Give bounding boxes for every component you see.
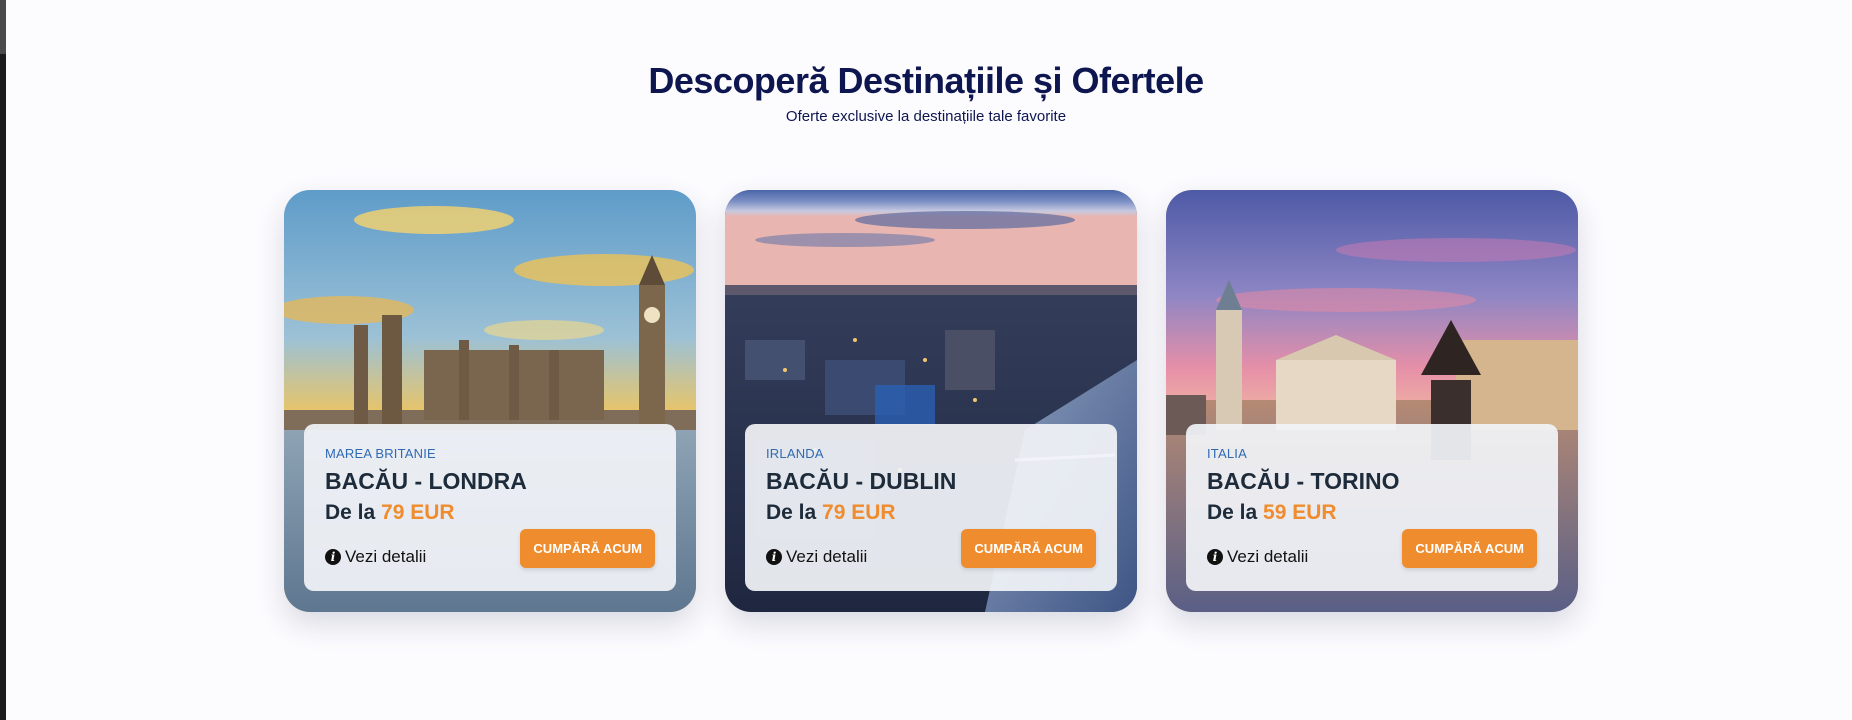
details-label[interactable]: Vezi detalii (1227, 547, 1308, 567)
details-label[interactable]: Vezi detalii (345, 547, 426, 567)
price-amount: 79 EUR (822, 501, 896, 524)
details-label[interactable]: Vezi detalii (786, 547, 867, 567)
card-route[interactable]: BACĂU - DUBLIN (766, 468, 1096, 495)
card-route[interactable]: BACĂU - TORINO (1207, 468, 1537, 495)
card-route[interactable]: BACĂU - LONDRA (325, 468, 655, 495)
card-country: IRLANDA (766, 446, 824, 461)
destination-cards: MAREA BRITANIE BACĂU - LONDRA De la 79 E… (284, 190, 1578, 612)
details-link[interactable]: i Vezi detalii (1207, 547, 1308, 567)
card-info-panel: ITALIA BACĂU - TORINO De la 59 EUR i Vez… (1186, 424, 1558, 591)
card-country: ITALIA (1207, 446, 1247, 461)
price-prefix: De la (1207, 501, 1258, 524)
card-info-panel: MAREA BRITANIE BACĂU - LONDRA De la 79 E… (304, 424, 676, 591)
buy-now-button[interactable]: CUMPĂRĂ ACUM (961, 529, 1096, 568)
section-title: Descoperă Destinațiile și Ofertele (648, 60, 1204, 101)
card-price: De la 59 EUR (1207, 501, 1537, 525)
section-subtitle: Oferte exclusive la destinațiile tale fa… (785, 108, 1067, 125)
details-link[interactable]: i Vezi detalii (766, 547, 867, 567)
card-price: De la 79 EUR (766, 501, 1096, 525)
destination-card-dublin[interactable]: IRLANDA BACĂU - DUBLIN De la 79 EUR i Ve… (725, 190, 1137, 612)
destination-card-londra[interactable]: MAREA BRITANIE BACĂU - LONDRA De la 79 E… (284, 190, 696, 612)
info-circle-icon: i (766, 549, 782, 565)
price-prefix: De la (766, 501, 817, 524)
price-prefix: De la (325, 501, 376, 524)
details-link[interactable]: i Vezi detalii (325, 547, 426, 567)
destination-card-torino[interactable]: ITALIA BACĂU - TORINO De la 59 EUR i Vez… (1166, 190, 1578, 612)
buy-now-button[interactable]: CUMPĂRĂ ACUM (1402, 529, 1537, 568)
info-circle-icon: i (325, 549, 341, 565)
buy-now-button[interactable]: CUMPĂRĂ ACUM (520, 529, 655, 568)
card-info-panel: IRLANDA BACĂU - DUBLIN De la 79 EUR i Ve… (745, 424, 1117, 591)
price-amount: 79 EUR (381, 501, 455, 524)
price-amount: 59 EUR (1263, 501, 1337, 524)
card-price: De la 79 EUR (325, 501, 655, 525)
info-circle-icon: i (1207, 549, 1223, 565)
section-header: Descoperă Destinațiile și Ofertele Ofert… (0, 60, 1852, 125)
card-country: MAREA BRITANIE (325, 446, 436, 461)
